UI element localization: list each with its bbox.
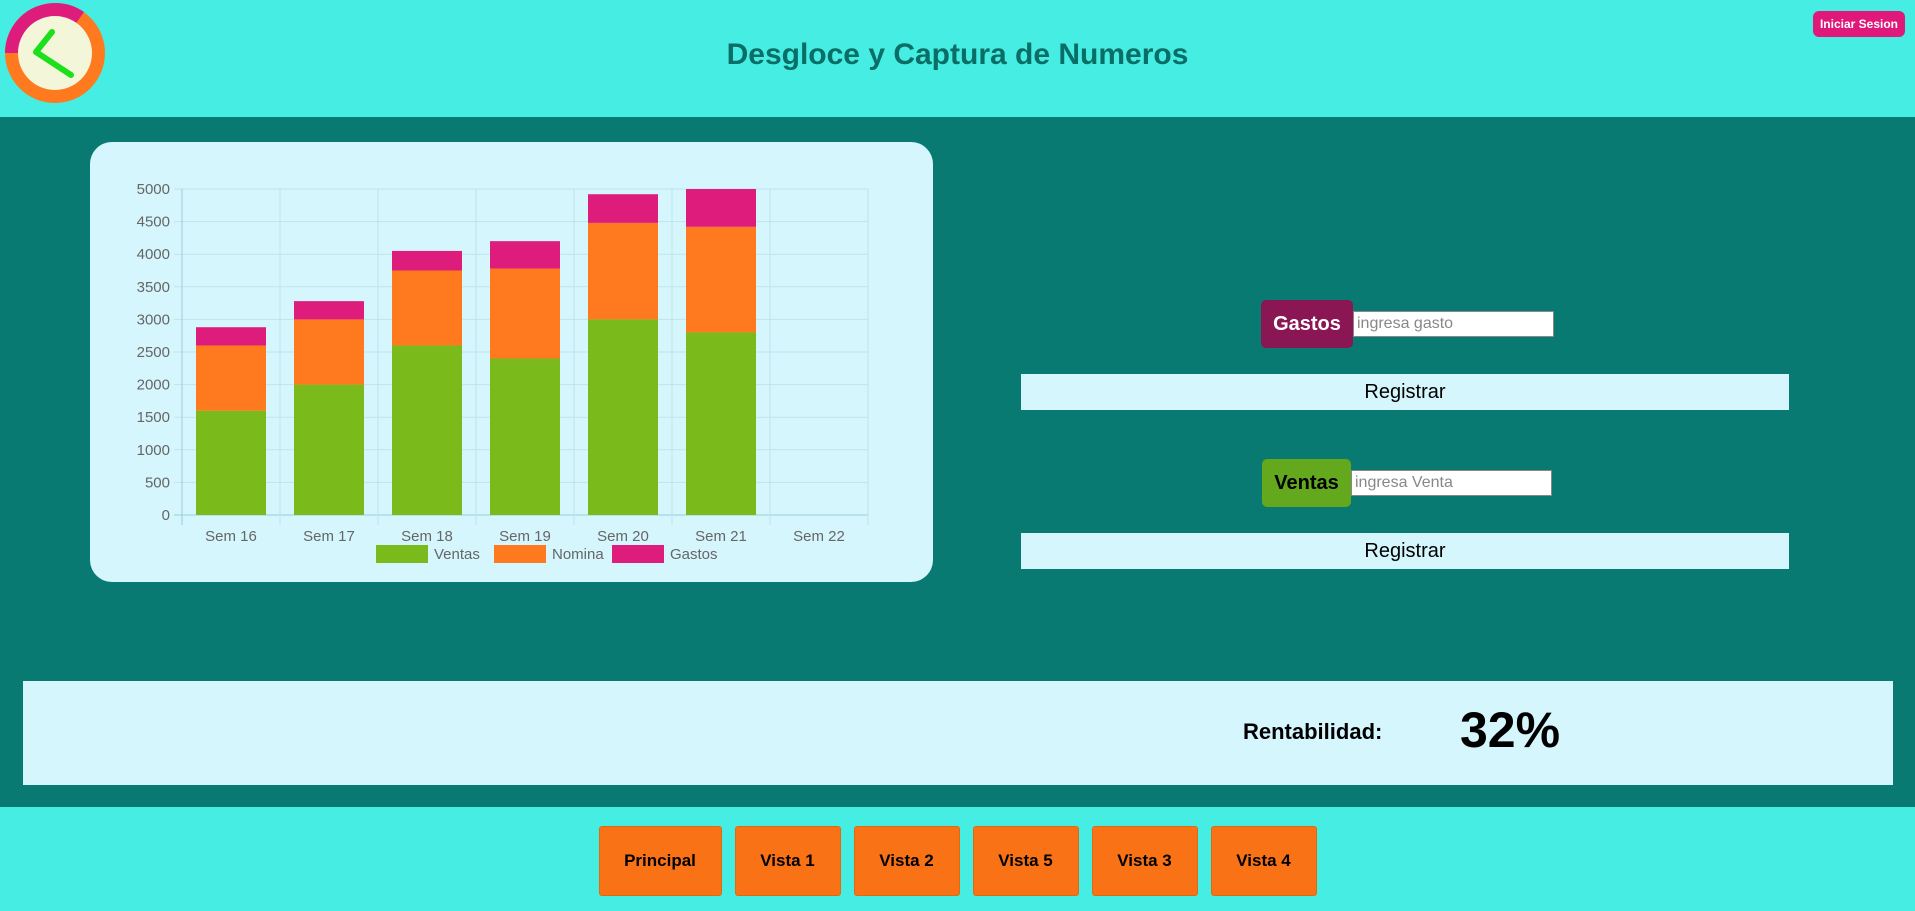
- x-tick-label: Sem 22: [793, 528, 845, 545]
- bar-gastos: [392, 250, 462, 271]
- legend-label-ventas: Ventas: [434, 546, 480, 563]
- bar-ventas: [294, 384, 364, 515]
- register-venta-button[interactable]: Registrar: [1021, 533, 1789, 569]
- page-title: Desgloce y Captura de Numeros: [726, 38, 1189, 71]
- y-tick-label: 5000: [137, 181, 170, 198]
- x-tick-label: Sem 20: [597, 528, 649, 545]
- rentabilidad-value: 32%: [1460, 702, 1561, 758]
- gastos-label: Gastos: [1261, 300, 1353, 348]
- bar-gastos: [196, 327, 266, 346]
- bar-gastos: [588, 194, 658, 223]
- ventas-label: Ventas: [1262, 459, 1351, 507]
- bar-ventas: [196, 410, 266, 515]
- bar-ventas: [490, 358, 560, 515]
- y-tick-label: 2500: [137, 344, 170, 361]
- login-button[interactable]: Iniciar Sesion: [1812, 11, 1905, 37]
- bar-ventas: [392, 345, 462, 515]
- rentabilidad-label: Rentabilidad:: [1243, 719, 1383, 744]
- main-panel: 0 500 1000 1500 2000 2500 3000 3500 4000 4500 5000…: [0, 117, 1915, 807]
- x-tick-label: Sem 17: [303, 528, 355, 545]
- y-tick-label: 0: [162, 507, 170, 524]
- nav-button-vista-5[interactable]: Vista 5: [972, 826, 1079, 896]
- bar-ventas: [686, 332, 756, 515]
- x-tick-label: Sem 19: [499, 528, 551, 545]
- rentabilidad-panel: Rentabilidad: 32%: [23, 681, 1893, 785]
- bar-nomina: [588, 222, 658, 320]
- ventas-input[interactable]: [1351, 470, 1552, 496]
- nav-button-principal[interactable]: Principal: [598, 826, 722, 896]
- y-tick-label: 3500: [137, 279, 170, 296]
- legend-swatch-ventas: [376, 545, 428, 563]
- bar-ventas: [588, 319, 658, 515]
- bar-gastos: [490, 241, 560, 269]
- ventas-row: Ventas: [1262, 459, 1552, 507]
- y-tick-label: 3000: [137, 311, 170, 328]
- register-gasto-button[interactable]: Registrar: [1021, 374, 1789, 410]
- bar-gastos: [294, 301, 364, 320]
- x-tick-label: Sem 18: [401, 528, 453, 545]
- y-tick-label: 1500: [137, 409, 170, 426]
- y-tick-label: 4500: [137, 214, 170, 231]
- y-tick-label: 1000: [137, 442, 170, 459]
- bar-nomina: [392, 270, 462, 346]
- y-tick-label: 500: [145, 474, 170, 491]
- nav-button-vista-4[interactable]: Vista 4: [1210, 826, 1317, 896]
- x-tick-label: Sem 16: [205, 528, 257, 545]
- stacked-bar-chart: 0 500 1000 1500 2000 2500 3000 3500 4000 4500 5000…: [137, 181, 869, 563]
- bottom-nav: Principal Vista 1 Vista 2 Vista 5 Vista …: [0, 807, 1915, 911]
- nav-button-vista-3[interactable]: Vista 3: [1091, 826, 1198, 896]
- gastos-input[interactable]: [1353, 311, 1554, 337]
- y-tick-label: 4000: [137, 246, 170, 263]
- legend-swatch-nomina: [494, 545, 546, 563]
- y-tick-label: 2000: [137, 377, 170, 394]
- x-tick-label: Sem 21: [695, 528, 747, 545]
- bar-gastos: [686, 189, 756, 227]
- bar-nomina: [490, 268, 560, 359]
- legend-label-nomina: Nomina: [552, 546, 604, 563]
- header: Desgloce y Captura de Numeros Iniciar Se…: [0, 0, 1915, 117]
- bar-nomina: [196, 345, 266, 411]
- bar-nomina: [294, 319, 364, 385]
- bar-nomina: [686, 226, 756, 333]
- nav-button-vista-1[interactable]: Vista 1: [734, 826, 841, 896]
- legend-swatch-gastos: [612, 545, 664, 563]
- gastos-row: Gastos: [1261, 300, 1554, 348]
- legend-label-gastos: Gastos: [670, 546, 718, 563]
- nav-button-vista-2[interactable]: Vista 2: [853, 826, 960, 896]
- chart-card: 0 500 1000 1500 2000 2500 3000 3500 4000 4500 5000…: [90, 142, 933, 582]
